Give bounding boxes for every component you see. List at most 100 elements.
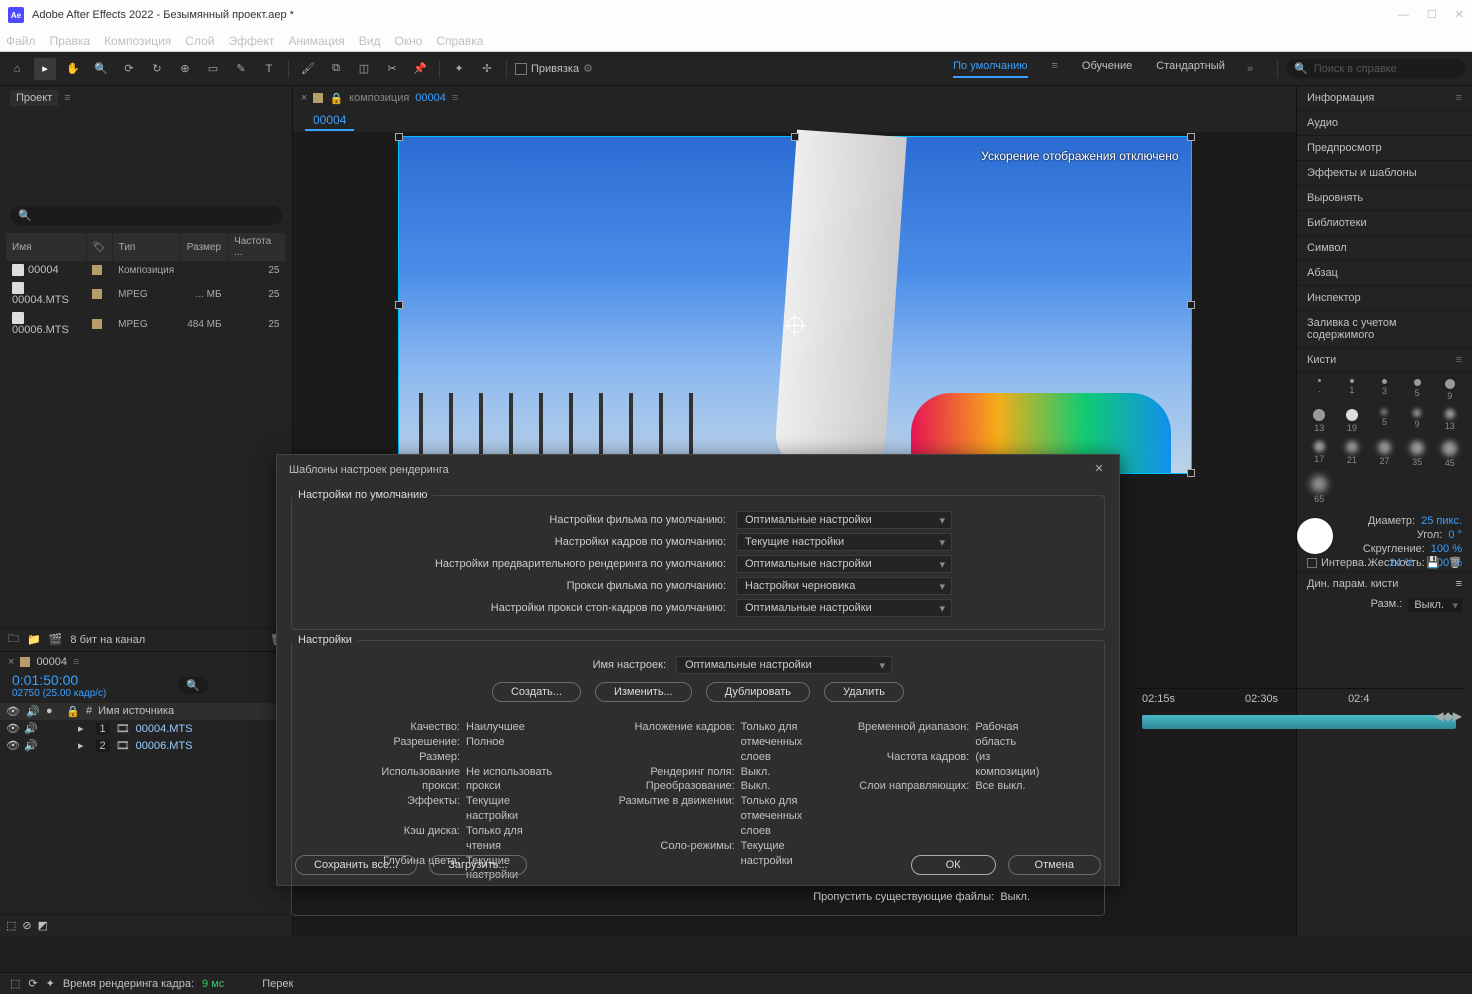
settings-name-dropdown[interactable]: Оптимальные настройки — [676, 656, 892, 674]
ok-button[interactable]: ОК — [911, 855, 996, 875]
timeline-tab-name[interactable]: 00004 — [36, 656, 67, 668]
project-col-type[interactable]: Тип — [112, 233, 180, 261]
brush-preset[interactable]: 45 — [1437, 441, 1462, 468]
brush-preset[interactable]: . — [1307, 379, 1332, 401]
panel-audio[interactable]: Аудио — [1297, 111, 1472, 136]
project-search[interactable]: 🔍 — [10, 206, 282, 225]
project-row[interactable]: 00004.MTS MPEG ... МБ 25 — [6, 279, 286, 309]
dialog-close-icon[interactable]: ✕ — [1091, 462, 1107, 478]
hand-tool-icon[interactable]: ✋ — [62, 58, 84, 80]
project-panel-menu-icon[interactable]: ≡ — [64, 92, 70, 104]
panel-menu-icon[interactable]: ≡ — [1456, 578, 1462, 590]
brush-preset[interactable]: 17 — [1307, 441, 1332, 468]
menu-composition[interactable]: Композиция — [104, 34, 171, 48]
rect-tool-icon[interactable]: ▭ — [202, 58, 224, 80]
timecode[interactable]: 0:01:50:00 02750 (25.00 кадр/с) — [0, 672, 118, 703]
brush-preset[interactable]: 13 — [1307, 409, 1332, 433]
panel-info[interactable]: Информация≡ — [1297, 86, 1472, 111]
interpret-footage-icon[interactable]: 🗀 — [8, 630, 19, 649]
timeline-close-icon[interactable]: × — [8, 656, 14, 668]
eraser-tool-icon[interactable]: ◫ — [353, 58, 375, 80]
comp-name[interactable]: 00004 — [415, 92, 446, 104]
brush-angle[interactable]: 0 ° — [1448, 529, 1462, 541]
stamp-tool-icon[interactable]: ⧉ — [325, 58, 347, 80]
menu-help[interactable]: Справка — [436, 34, 483, 48]
save-all-button[interactable]: Сохранить все... — [295, 855, 417, 875]
project-col-fps[interactable]: Частота ... — [228, 233, 286, 261]
label-swatch[interactable] — [92, 265, 102, 275]
comp-label-swatch[interactable] — [313, 93, 323, 103]
twirl-icon[interactable]: ▸ — [78, 722, 84, 735]
snap-dropdown-icon[interactable]: ⚙ — [583, 62, 593, 75]
transform-handle[interactable] — [395, 301, 403, 309]
transform-handle[interactable] — [395, 133, 403, 141]
timeline-layer-bar[interactable] — [1142, 715, 1456, 729]
3d-tool-icon[interactable]: ✦ — [448, 58, 470, 80]
menu-layer[interactable]: Слой — [185, 34, 214, 48]
brush-dynamics-title[interactable]: Дин. парам. кисти — [1307, 578, 1398, 590]
timeline-col-src[interactable]: Имя источника — [98, 705, 270, 718]
menu-view[interactable]: Вид — [359, 34, 381, 48]
pen-tool-icon[interactable]: ✎ — [230, 58, 252, 80]
timeline-label-swatch[interactable] — [20, 657, 30, 667]
brush-interval-checkbox[interactable] — [1307, 558, 1317, 568]
audio-toggle-icon[interactable]: 🔊 — [24, 722, 36, 735]
menu-animation[interactable]: Анимация — [288, 34, 344, 48]
panel-effects[interactable]: Эффекты и шаблоны — [1297, 161, 1472, 186]
panel-preview[interactable]: Предпросмотр — [1297, 136, 1472, 161]
comp-panel-menu-icon[interactable]: ≡ — [452, 92, 458, 104]
orbit-tool-icon[interactable]: ⟳ — [118, 58, 140, 80]
roto-tool-icon[interactable]: ✂ — [381, 58, 403, 80]
status-icon[interactable]: ⬚ — [10, 977, 20, 990]
cancel-button[interactable]: Отмена — [1008, 855, 1101, 875]
timeline-search[interactable]: 🔍 — [178, 677, 208, 694]
home-tool-icon[interactable]: ⌂ — [6, 58, 28, 80]
brush-preset[interactable]: 9 — [1405, 409, 1430, 433]
movie-proxy-default-dropdown[interactable]: Настройки черновика — [736, 577, 952, 595]
zoom-tool-icon[interactable]: 🔍 — [90, 58, 112, 80]
project-row[interactable]: 00004 Композиция 25 — [6, 261, 286, 279]
bit-depth-button[interactable]: 8 бит на канал — [70, 634, 145, 646]
close-window-button[interactable]: ✕ — [1455, 0, 1464, 30]
movie-default-dropdown[interactable]: Оптимальные настройки — [736, 511, 952, 529]
panel-brushes[interactable]: Кисти≡ — [1297, 348, 1472, 373]
create-button[interactable]: Создать... — [492, 682, 581, 702]
brush-preset[interactable]: 5 — [1405, 379, 1430, 401]
maximize-button[interactable]: ☐ — [1427, 0, 1437, 30]
motion-blur-icon[interactable]: ⊘ — [22, 919, 31, 932]
workspace-learn[interactable]: Обучение — [1082, 60, 1132, 78]
new-comp-icon[interactable]: 🎬 — [49, 633, 63, 646]
edit-button[interactable]: Изменить... — [595, 682, 692, 702]
label-swatch[interactable] — [92, 289, 102, 299]
panel-align[interactable]: Выровнять — [1297, 186, 1472, 211]
project-col-tag[interactable]: 🏷 — [86, 233, 112, 261]
visibility-toggle-icon[interactable]: 👁 — [6, 739, 18, 752]
brush-tool-icon[interactable]: 🖌 — [297, 58, 319, 80]
status-icon[interactable]: ⟳ — [28, 977, 37, 990]
project-row[interactable]: 00006.MTS MPEG 484 МБ 25 — [6, 309, 286, 339]
panel-content-aware[interactable]: Заливка с учетом содержимого — [1297, 311, 1472, 348]
rotate-tool-icon[interactable]: ↻ — [146, 58, 168, 80]
comp-tab-close-icon[interactable]: × — [301, 92, 307, 104]
brush-diameter[interactable]: 25 пикс. — [1421, 515, 1462, 527]
selection-tool-icon[interactable]: ▸ — [34, 58, 56, 80]
brush-preset[interactable]: 1 — [1340, 379, 1365, 401]
graph-editor-icon[interactable]: ◩ — [38, 919, 48, 932]
keyframe-nav-icon[interactable]: ◀◆▶ — [1434, 709, 1462, 723]
label-swatch[interactable] — [92, 319, 102, 329]
workspace-default[interactable]: По умолчанию — [953, 60, 1027, 78]
project-col-size[interactable]: Размер — [180, 233, 227, 261]
transform-handle[interactable] — [1187, 133, 1195, 141]
menu-edit[interactable]: Правка — [50, 34, 91, 48]
transform-handle[interactable] — [791, 133, 799, 141]
visibility-toggle-icon[interactable]: 👁 — [6, 722, 18, 735]
panel-character[interactable]: Символ — [1297, 236, 1472, 261]
text-tool-icon[interactable]: T — [258, 58, 280, 80]
panel-libraries[interactable]: Библиотеки — [1297, 211, 1472, 236]
brush-preset[interactable]: 9 — [1437, 379, 1462, 401]
transform-handle[interactable] — [1187, 469, 1195, 477]
workspace-overflow-icon[interactable]: » — [1247, 63, 1253, 75]
project-tab[interactable]: Проект ≡ — [0, 86, 292, 110]
help-search[interactable]: 🔍 Поиск в справке — [1286, 59, 1466, 78]
project-col-name[interactable]: Имя — [6, 233, 86, 261]
